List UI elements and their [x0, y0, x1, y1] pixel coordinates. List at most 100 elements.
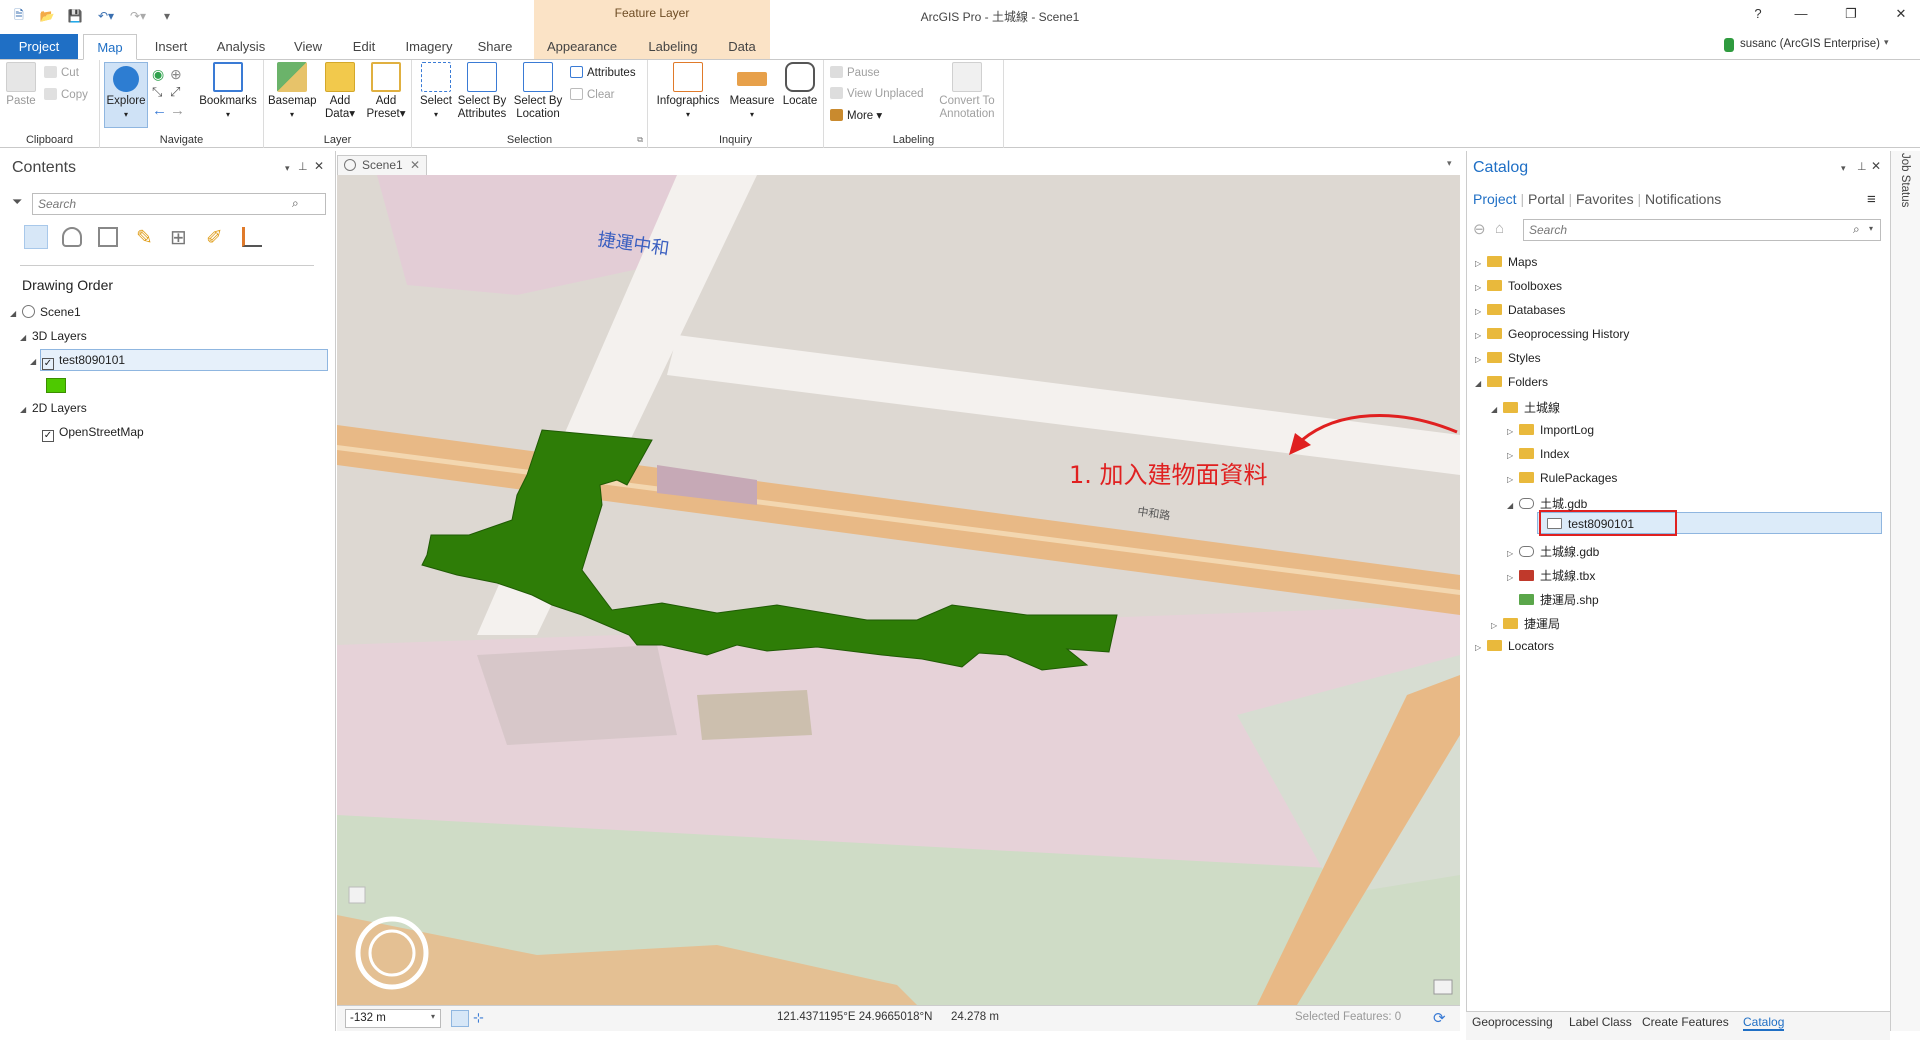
- explore-button[interactable]: Explore ▾: [104, 62, 148, 128]
- user-dropdown-icon[interactable]: ▾: [1884, 37, 1889, 48]
- catalog-pin-icon[interactable]: ⊥: [1857, 160, 1867, 173]
- catalog-item-locators[interactable]: ▷ Locators: [1475, 639, 1554, 653]
- new-project-icon[interactable]: 🗎: [10, 7, 28, 25]
- snapping-icon[interactable]: ⊞: [170, 225, 187, 250]
- catalog-tab-project[interactable]: Project: [1473, 191, 1517, 207]
- attributes-button[interactable]: Attributes: [570, 66, 636, 79]
- tab-insert[interactable]: Insert: [146, 34, 196, 60]
- contents-search-icon[interactable]: ⌕: [292, 196, 299, 211]
- catalog-item-rulepackages[interactable]: ▷ RulePackages: [1507, 471, 1617, 485]
- redo-icon[interactable]: ↷▾: [125, 7, 151, 25]
- group-2d-layers[interactable]: ◢ 2D Layers: [20, 401, 87, 415]
- catalog-item-maps[interactable]: ▷ Maps: [1475, 255, 1537, 269]
- restore-icon[interactable]: ❐: [1836, 6, 1866, 26]
- home-icon[interactable]: ⌂: [1495, 220, 1504, 237]
- charts-icon[interactable]: [242, 227, 262, 247]
- layer-symbol-swatch[interactable]: [46, 378, 66, 393]
- catalog-item-folders[interactable]: ◢ Folders: [1475, 375, 1548, 389]
- add-data-button[interactable]: Add Data▾: [318, 62, 362, 121]
- tab-analysis[interactable]: Analysis: [208, 34, 274, 60]
- snapping-toggle-icon[interactable]: [451, 1010, 469, 1027]
- group-3d-layers[interactable]: ◢ 3D Layers: [20, 329, 87, 343]
- fixed-zoom-icon[interactable]: ⊕: [170, 66, 182, 83]
- select-button[interactable]: Select ▾: [416, 62, 456, 121]
- catalog-item-tucheng-gdb[interactable]: ◢ 土城.gdb: [1507, 495, 1587, 512]
- selected-features-count[interactable]: Selected Features: 0: [1295, 1011, 1401, 1023]
- basemap-button[interactable]: Basemap ▾: [268, 62, 317, 121]
- catalog-search-input[interactable]: Search: [1523, 219, 1881, 241]
- tab-project[interactable]: Project: [0, 34, 78, 60]
- catalog-search-dropdown-icon[interactable]: ▾: [1869, 224, 1873, 233]
- clear-button[interactable]: Clear: [570, 88, 614, 101]
- undo-icon[interactable]: ↶▾: [93, 7, 119, 25]
- open-icon[interactable]: 📂: [38, 7, 56, 25]
- zoom-out-icon[interactable]: ⤢: [170, 84, 180, 100]
- tab-map[interactable]: Map: [83, 34, 137, 60]
- selection-options-icon[interactable]: ⧉: [637, 135, 643, 145]
- close-icon[interactable]: ✕: [1886, 6, 1916, 26]
- bookmarks-button[interactable]: Bookmarks ▾: [196, 62, 260, 121]
- catalog-tab-notifications[interactable]: Notifications: [1645, 191, 1721, 207]
- add-preset-button[interactable]: Add Preset▾: [364, 62, 408, 121]
- catalog-item-toolboxes[interactable]: ▷ Toolboxes: [1475, 279, 1562, 293]
- grid-toggle-icon[interactable]: ⊹: [473, 1010, 484, 1026]
- measure-button[interactable]: Measure ▾: [726, 62, 778, 121]
- catalog-item-databases[interactable]: ▷ Databases: [1475, 303, 1565, 317]
- scene-map-canvas[interactable]: 捷運中和 中和路 1. 加入建物面資料: [337, 175, 1460, 1005]
- minimize-icon[interactable]: —: [1786, 6, 1816, 26]
- catalog-item-index[interactable]: ▷ Index: [1507, 447, 1569, 461]
- pin-icon[interactable]: ⊥: [298, 160, 308, 173]
- catalog-item-mrt-folder[interactable]: ▷ 捷運局: [1491, 615, 1560, 632]
- layer-openstreetmap[interactable]: ✓ OpenStreetMap: [42, 425, 144, 442]
- job-status-tab[interactable]: Job Status: [1899, 153, 1911, 207]
- scene-view[interactable]: 捷運中和 中和路 1. 加入建物面資料: [337, 175, 1460, 1005]
- help-button[interactable]: ?: [1743, 6, 1773, 26]
- view-tabs-dropdown-icon[interactable]: ▾: [1447, 158, 1452, 169]
- zoom-in-icon[interactable]: ⤡: [152, 84, 162, 100]
- tab-scene1[interactable]: Scene1 ✕: [337, 155, 427, 175]
- pane-tab-catalog[interactable]: Catalog: [1743, 1015, 1785, 1031]
- catalog-item-styles[interactable]: ▷ Styles: [1475, 351, 1541, 365]
- customize-qat-icon[interactable]: ▾: [160, 7, 174, 25]
- user-account-label[interactable]: susanc (ArcGIS Enterprise): [1740, 38, 1880, 50]
- catalog-item-tbx[interactable]: ▷ 土城線.tbx: [1507, 567, 1595, 584]
- contents-close-icon[interactable]: ✕: [314, 159, 324, 173]
- catalog-item-tuchengline-folder[interactable]: ◢ 土城線: [1491, 399, 1560, 416]
- layer-visibility-checkbox[interactable]: ✓: [42, 358, 54, 370]
- catalog-item-test8090101[interactable]: test8090101: [1547, 517, 1634, 531]
- paste-button[interactable]: Paste: [4, 62, 38, 108]
- tab-data[interactable]: Data: [718, 34, 766, 60]
- catalog-menu-icon[interactable]: ▾: [1841, 163, 1846, 174]
- refresh-icon[interactable]: ⟳: [1433, 1009, 1446, 1027]
- selection-list-icon[interactable]: [98, 227, 118, 247]
- view-unplaced-button[interactable]: View Unplaced: [830, 87, 924, 100]
- scale-combobox[interactable]: -132 m: [345, 1009, 441, 1028]
- map-tips-icon[interactable]: [1433, 979, 1453, 995]
- basemap-visibility-checkbox[interactable]: ✓: [42, 430, 54, 442]
- back-icon[interactable]: ⊖: [1473, 220, 1486, 238]
- tab-edit[interactable]: Edit: [342, 34, 386, 60]
- save-icon[interactable]: 💾: [66, 7, 84, 25]
- catalog-hamburger-icon[interactable]: ≡: [1867, 191, 1876, 208]
- previous-extent-icon[interactable]: ←: [152, 102, 167, 119]
- next-extent-icon[interactable]: →: [170, 102, 185, 119]
- contents-menu-icon[interactable]: ▾: [285, 163, 290, 174]
- tab-view[interactable]: View: [285, 34, 331, 60]
- scene-tab-close-icon[interactable]: ✕: [410, 158, 420, 172]
- catalog-tab-favorites[interactable]: Favorites: [1576, 191, 1634, 207]
- labeling-icon[interactable]: ✐: [206, 225, 223, 250]
- catalog-close-icon[interactable]: ✕: [1871, 159, 1881, 173]
- layer-test8090101[interactable]: ◢ ✓ test8090101: [30, 353, 125, 370]
- scale-dropdown-icon[interactable]: ▾: [431, 1012, 435, 1021]
- map-expand-button[interactable]: [348, 886, 366, 904]
- scene-item[interactable]: ◢ Scene1: [10, 305, 81, 319]
- editing-icon[interactable]: ✎: [136, 225, 153, 250]
- catalog-tab-portal[interactable]: Portal: [1528, 191, 1565, 207]
- select-by-attributes-button[interactable]: Select By Attributes: [454, 62, 510, 121]
- tab-share[interactable]: Share: [470, 34, 520, 60]
- copy-button[interactable]: Copy: [44, 88, 88, 101]
- catalog-item-tuchengline-gdb[interactable]: ▷ 土城線.gdb: [1507, 543, 1599, 560]
- catalog-item-shp[interactable]: 捷運局.shp: [1519, 591, 1599, 608]
- tab-labeling[interactable]: Labeling: [635, 34, 711, 60]
- pane-tab-geoprocessing[interactable]: Geoprocessing: [1472, 1015, 1553, 1029]
